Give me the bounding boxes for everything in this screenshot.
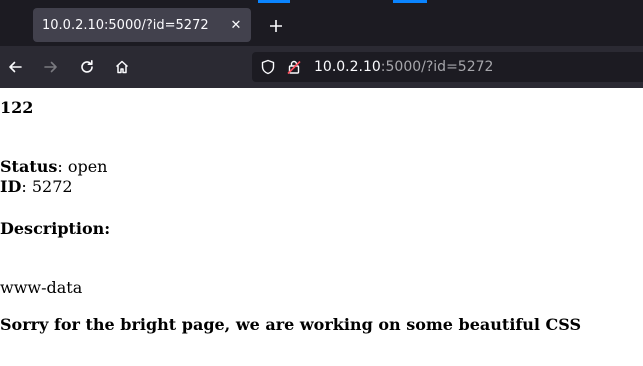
- forward-button[interactable]: [38, 54, 64, 80]
- status-value: : open: [57, 157, 108, 176]
- id-line: ID: 5272: [0, 177, 73, 196]
- plus-icon: [270, 20, 282, 32]
- command-output: www-data: [0, 278, 83, 297]
- id-value: : 5272: [21, 177, 73, 196]
- address-bar[interactable]: 10.0.2.10:5000/?id=5272: [252, 52, 643, 82]
- tab-accent-line: [258, 0, 290, 3]
- insecure-lock-icon[interactable]: [284, 57, 304, 77]
- active-tab[interactable]: 10.0.2.10:5000/?id=5272 ✕: [33, 8, 251, 42]
- tab-title: 10.0.2.10:5000/?id=5272: [42, 17, 209, 33]
- new-tab-button[interactable]: [263, 13, 289, 39]
- page-heading: 122: [0, 98, 34, 117]
- reload-icon: [81, 60, 93, 73]
- url-host: 10.0.2.10: [314, 59, 381, 75]
- back-arrow-icon: [9, 61, 22, 73]
- shield-icon[interactable]: [258, 57, 278, 77]
- tab-accent-line: [393, 0, 427, 3]
- status-label: Status: [0, 157, 58, 176]
- tab-strip: 10.0.2.10:5000/?id=5272 ✕: [0, 0, 643, 46]
- url-path: :5000/?id=5272: [380, 59, 494, 75]
- page-content: 122 Status: open ID: 5272 Description: w…: [0, 88, 643, 366]
- footer-note: Sorry for the bright page, we are workin…: [0, 315, 582, 334]
- close-tab-icon[interactable]: ✕: [225, 18, 247, 33]
- id-label: ID: [0, 177, 22, 196]
- forward-arrow-icon: [44, 61, 57, 73]
- reload-button[interactable]: [74, 54, 100, 80]
- description-label: Description:: [0, 219, 111, 238]
- back-button[interactable]: [2, 54, 28, 80]
- home-icon: [115, 60, 129, 74]
- browser-chrome: 10.0.2.10:5000/?id=5272 ✕ 10.0.2.10:500…: [0, 0, 643, 88]
- navigation-toolbar: 10.0.2.10:5000/?id=5272: [0, 46, 643, 88]
- status-line: Status: open: [0, 157, 107, 176]
- home-button[interactable]: [109, 54, 135, 80]
